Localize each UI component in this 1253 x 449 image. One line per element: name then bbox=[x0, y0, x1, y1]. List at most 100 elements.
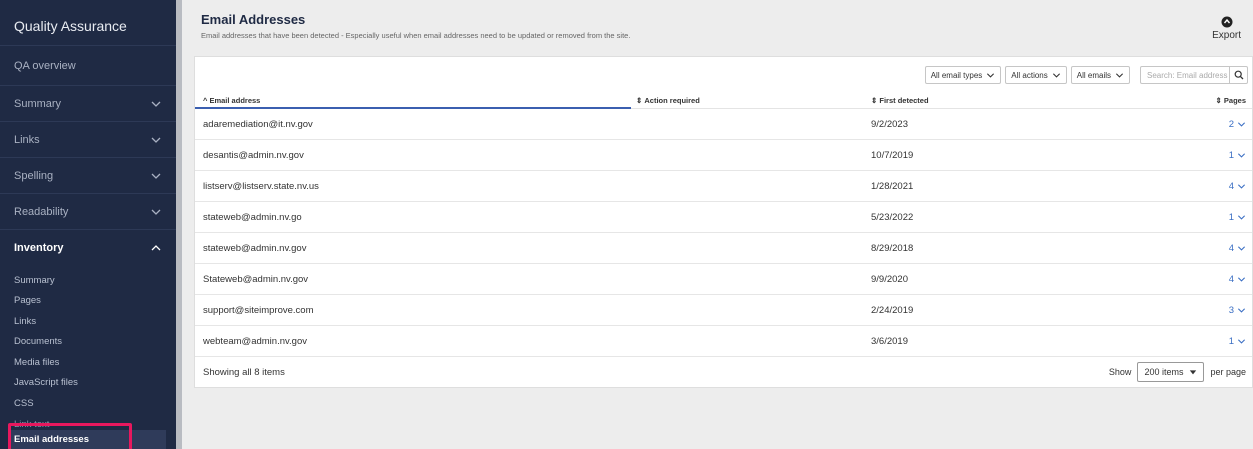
filter-label: All emails bbox=[1076, 70, 1111, 80]
submenu-item-css[interactable]: CSS bbox=[0, 393, 176, 414]
column-header-pages[interactable]: ⇕ Pages bbox=[1071, 93, 1252, 108]
table-footer: Showing all 8 items Show 200 items per p… bbox=[195, 357, 1252, 387]
pages-expand-button[interactable]: 3 bbox=[1071, 305, 1252, 316]
sidebar-item-label: Spelling bbox=[14, 169, 54, 182]
page-description: Email addresses that have been detected … bbox=[201, 31, 631, 40]
column-header-email[interactable]: ^ Email address bbox=[195, 93, 631, 109]
submenu-item-summary[interactable]: Summary bbox=[0, 270, 176, 291]
page-header: Email Addresses Email addresses that hav… bbox=[194, 12, 1253, 41]
email-types-filter[interactable]: All email types bbox=[924, 66, 1002, 84]
sidebar-item-label: Summary bbox=[14, 97, 62, 110]
email-cell: Stateweb@admin.nv.gov bbox=[203, 273, 309, 285]
search-input[interactable]: Search: Email address bbox=[1140, 66, 1230, 84]
chevron-down-icon bbox=[1237, 276, 1246, 282]
sidebar-item-links[interactable]: Links bbox=[0, 122, 176, 158]
column-header-action[interactable]: ⇕ Action required bbox=[631, 93, 871, 108]
chevron-down-icon bbox=[1237, 214, 1246, 220]
pages-count: 4 bbox=[1228, 273, 1234, 285]
email-cell: stateweb@admin.nv.go bbox=[203, 211, 302, 223]
first-detected-cell: 8/29/2018 bbox=[871, 242, 914, 254]
pages-expand-button[interactable]: 4 bbox=[1071, 274, 1252, 285]
pages-count: 3 bbox=[1228, 304, 1234, 316]
sidebar-item-label: Links bbox=[14, 133, 40, 146]
sidebar-item-spelling[interactable]: Spelling bbox=[0, 158, 176, 194]
sidebar-item-qa-overview[interactable]: QA overview bbox=[0, 46, 176, 86]
column-header-first-detected[interactable]: ⇕ First detected bbox=[871, 93, 1071, 108]
sidebar-item-label: QA overview bbox=[14, 59, 76, 72]
sidebar-title: Quality Assurance bbox=[0, 0, 176, 46]
actions-filter[interactable]: All actions bbox=[1005, 66, 1067, 84]
inventory-submenu: Summary Pages Links Documents Media file… bbox=[0, 266, 176, 449]
table-row: stateweb@admin.nv.go 5/23/2022 1 bbox=[195, 202, 1252, 233]
pages-count: 4 bbox=[1228, 180, 1234, 192]
search-button[interactable] bbox=[1230, 66, 1248, 84]
chevron-down-icon bbox=[1237, 307, 1246, 313]
emails-filter[interactable]: All emails bbox=[1070, 66, 1130, 84]
export-label: Export bbox=[1212, 30, 1241, 41]
sidebar-item-summary[interactable]: Summary bbox=[0, 86, 176, 122]
table-row: stateweb@admin.nv.gov 8/29/2018 4 bbox=[195, 233, 1252, 264]
per-page-select[interactable]: 200 items bbox=[1137, 362, 1205, 382]
pagination-controls: Show 200 items per page bbox=[1109, 362, 1246, 382]
chevron-down-icon bbox=[151, 137, 161, 143]
email-table-card: All email types All actions All emails S… bbox=[194, 56, 1253, 388]
sidebar-item-readability[interactable]: Readability bbox=[0, 194, 176, 230]
table-row: webteam@admin.nv.gov 3/6/2019 1 bbox=[195, 326, 1252, 357]
chevron-down-icon bbox=[1237, 245, 1246, 251]
first-detected-cell: 5/23/2022 bbox=[871, 211, 914, 223]
chevron-down-icon bbox=[151, 209, 161, 215]
sidebar-scrollbar[interactable] bbox=[176, 0, 182, 449]
chevron-down-icon bbox=[1052, 72, 1060, 78]
export-button[interactable]: Export bbox=[1212, 16, 1241, 41]
sort-icon: ⇕ bbox=[871, 96, 880, 105]
chevron-down-icon bbox=[151, 173, 161, 179]
column-header-label: Pages bbox=[1223, 96, 1246, 105]
submenu-item-links[interactable]: Links bbox=[0, 311, 176, 332]
pages-count: 1 bbox=[1228, 211, 1234, 223]
chevron-down-icon bbox=[987, 72, 995, 78]
pages-expand-button[interactable]: 2 bbox=[1071, 119, 1252, 130]
highlight-annotation bbox=[8, 423, 132, 449]
pages-expand-button[interactable]: 1 bbox=[1071, 150, 1252, 161]
pages-expand-button[interactable]: 4 bbox=[1071, 181, 1252, 192]
table-row: Stateweb@admin.nv.gov 9/9/2020 4 bbox=[195, 264, 1252, 295]
main-content: Email Addresses Email addresses that hav… bbox=[194, 12, 1253, 388]
first-detected-cell: 9/2/2023 bbox=[871, 118, 908, 130]
pages-count: 4 bbox=[1228, 242, 1234, 254]
submenu-item-javascript-files[interactable]: JavaScript files bbox=[0, 373, 176, 394]
first-detected-cell: 1/28/2021 bbox=[871, 180, 914, 192]
pages-expand-button[interactable]: 1 bbox=[1071, 336, 1252, 347]
email-cell: stateweb@admin.nv.gov bbox=[203, 242, 307, 254]
email-cell: listserv@listserv.state.nv.us bbox=[203, 180, 319, 192]
column-header-label: Email address bbox=[209, 95, 261, 105]
sort-icon: ⇕ bbox=[1215, 96, 1224, 105]
chevron-down-icon bbox=[151, 101, 161, 107]
caret-down-icon bbox=[1190, 370, 1197, 375]
table-row: listserv@listserv.state.nv.us 1/28/2021 … bbox=[195, 171, 1252, 202]
sidebar: Quality Assurance QA overview Summary Li… bbox=[0, 0, 176, 449]
table-row: support@siteimprove.com 2/24/2019 3 bbox=[195, 295, 1252, 326]
chevron-down-icon bbox=[1237, 338, 1246, 344]
per-page-label: per page bbox=[1210, 367, 1246, 377]
chevron-down-icon bbox=[1115, 72, 1124, 78]
table-body: adaremediation@it.nv.gov 9/2/2023 2 desa… bbox=[195, 109, 1252, 357]
per-page-value: 200 items bbox=[1144, 367, 1184, 377]
sidebar-item-inventory[interactable]: Inventory bbox=[0, 230, 176, 266]
email-cell: support@siteimprove.com bbox=[203, 304, 314, 316]
page-title: Email Addresses bbox=[201, 12, 306, 27]
pages-expand-button[interactable]: 4 bbox=[1071, 243, 1252, 254]
first-detected-cell: 3/6/2019 bbox=[871, 335, 908, 347]
submenu-item-pages[interactable]: Pages bbox=[0, 291, 176, 312]
filter-label: All email types bbox=[930, 70, 983, 80]
pages-count: 1 bbox=[1228, 149, 1234, 161]
table-header: ^ Email address ⇕ Action required ⇕ Firs… bbox=[195, 93, 1252, 109]
submenu-item-documents[interactable]: Documents bbox=[0, 332, 176, 353]
sidebar-item-label: Readability bbox=[14, 205, 69, 218]
sidebar-item-label: Inventory bbox=[14, 242, 64, 254]
pages-count: 2 bbox=[1228, 118, 1234, 130]
filter-label: All actions bbox=[1011, 70, 1048, 80]
pages-expand-button[interactable]: 1 bbox=[1071, 212, 1252, 223]
submenu-item-media-files[interactable]: Media files bbox=[0, 352, 176, 373]
chevron-down-icon bbox=[1237, 183, 1246, 189]
column-header-label: First detected bbox=[879, 96, 929, 105]
